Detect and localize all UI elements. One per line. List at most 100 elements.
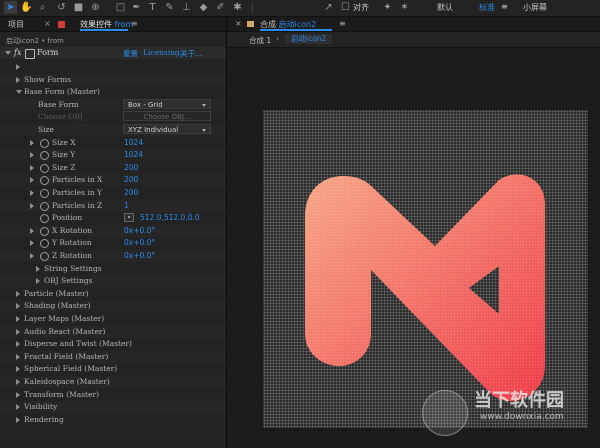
property-value[interactable]: 0x+0.0° <box>124 251 155 260</box>
property-value[interactable]: 0x+0.0° <box>124 226 155 235</box>
property-row[interactable]: Show Forms <box>0 73 226 86</box>
rotate-tool-icon[interactable]: ↺ <box>55 1 68 14</box>
chevron-right-icon[interactable] <box>16 404 20 411</box>
stopwatch-icon[interactable] <box>40 189 49 198</box>
property-row[interactable]: Kaleidospace (Master) <box>0 376 226 388</box>
property-row[interactable]: Disperse and Twist (Master) <box>0 338 226 350</box>
chevron-right-icon[interactable] <box>16 303 20 310</box>
stopwatch-icon[interactable] <box>40 226 49 236</box>
property-row[interactable]: Particles in Z 1 <box>0 199 226 212</box>
property-row[interactable]: Particle (Master) <box>0 288 226 300</box>
property-value[interactable]: 200 <box>124 175 138 184</box>
chevron-right-icon[interactable] <box>30 164 34 171</box>
property-row[interactable]: Shading (Master) <box>0 300 226 313</box>
type-tool-icon[interactable]: T <box>146 1 159 14</box>
property-row[interactable]: Particles in Y 200 <box>0 187 226 199</box>
property-row[interactable]: Y Rotation 0x+0.0° <box>0 237 226 249</box>
chevron-right-icon[interactable] <box>30 227 34 234</box>
composition-viewer[interactable] <box>263 110 588 428</box>
panel-menu-icon[interactable]: ≡ <box>131 19 138 28</box>
clone-stamp-tool-icon[interactable]: ⊥ <box>180 1 193 14</box>
chevron-right-icon[interactable] <box>16 341 20 348</box>
workspace-standard[interactable]: 标准 <box>479 2 495 13</box>
property-row[interactable]: Size Z 200 <box>0 162 226 174</box>
stopwatch-icon[interactable] <box>40 163 49 173</box>
stopwatch-icon[interactable] <box>40 138 49 148</box>
workspace-small-screen[interactable]: 小屏幕 <box>523 2 547 13</box>
shape-fill-icon[interactable]: ✦ <box>381 1 394 14</box>
breadcrumb-item-comp1[interactable]: 合成 1 <box>249 35 271 46</box>
property-value[interactable]: 512.0,512.0,0.0 <box>140 213 200 222</box>
property-row[interactable]: Choose OBJ Choose OBJ... <box>0 111 226 123</box>
panel-menu-icon[interactable]: ≡ <box>339 19 346 28</box>
pan-behind-tool-icon[interactable]: ⊕ <box>89 1 102 14</box>
puppet-tool-icon[interactable]: ✱ <box>231 1 244 14</box>
stopwatch-icon[interactable] <box>40 201 49 211</box>
stopwatch-icon[interactable] <box>40 176 49 186</box>
chevron-right-icon[interactable] <box>36 278 40 285</box>
property-dropdown[interactable]: Box - Grid <box>123 98 211 109</box>
puppet-pin-icon[interactable]: ✶ <box>398 1 411 14</box>
property-row[interactable]: Position 512.0,512.0,0.0 <box>0 212 226 224</box>
property-row[interactable]: Size XYZ Individual <box>0 124 226 136</box>
property-row[interactable]: Base Form Box - Grid <box>0 98 226 111</box>
property-row[interactable]: Z Rotation 0x+0.0° <box>0 250 226 262</box>
chevron-right-icon[interactable] <box>30 240 34 247</box>
reset-link[interactable]: 重置 <box>123 48 138 59</box>
workspace-menu-icon[interactable]: ≡ <box>501 2 508 11</box>
eraser-tool-icon[interactable]: ◆ <box>197 1 210 14</box>
chevron-right-icon[interactable] <box>16 379 20 385</box>
about-link[interactable]: 关于... <box>180 48 202 59</box>
stopwatch-icon[interactable] <box>40 151 49 161</box>
property-row[interactable]: Size X 1024 <box>0 137 226 149</box>
property-row[interactable]: X Rotation 0x+0.0° <box>0 224 226 237</box>
chevron-right-icon[interactable] <box>16 366 20 373</box>
chevron-right-icon[interactable] <box>16 76 20 83</box>
chevron-right-icon[interactable] <box>30 152 34 159</box>
property-value[interactable]: 1 <box>124 201 129 210</box>
property-row[interactable] <box>0 61 226 73</box>
camera-tool-icon[interactable]: ■ <box>72 1 85 14</box>
zoom-tool-icon[interactable]: ⌕ <box>36 1 49 14</box>
chevron-right-icon[interactable] <box>16 64 20 70</box>
property-dropdown[interactable]: XYZ Individual <box>123 124 211 134</box>
property-row[interactable]: Fractal Field (Master) <box>0 350 226 363</box>
property-value[interactable]: 1024 <box>124 150 143 159</box>
chevron-right-icon[interactable] <box>36 265 40 272</box>
chevron-down-icon[interactable] <box>16 90 22 95</box>
property-row[interactable]: Base Form (Master) <box>0 86 226 98</box>
snapping-checkbox[interactable]: ☐ <box>339 1 352 14</box>
chevron-right-icon[interactable] <box>30 202 34 209</box>
point-control-icon[interactable] <box>124 213 134 223</box>
selection-tool-icon[interactable]: ➤ <box>4 1 17 14</box>
property-row[interactable]: Size Y 1024 <box>0 149 226 162</box>
workspace-default[interactable]: 默认 <box>437 2 453 13</box>
align-label[interactable]: 对齐 <box>353 2 369 13</box>
chevron-right-icon[interactable] <box>30 190 34 196</box>
property-value[interactable]: 200 <box>124 188 138 197</box>
chevron-right-icon[interactable] <box>16 328 20 335</box>
property-row[interactable]: Audio React (Master) <box>0 325 226 338</box>
tab-project[interactable]: 项目 <box>8 19 24 30</box>
property-row[interactable]: OBJ Settings <box>0 275 226 288</box>
property-row[interactable]: Spherical Field (Master) <box>0 363 226 375</box>
property-value[interactable]: 0x+0.0° <box>124 238 155 247</box>
property-row[interactable]: Particles in X 200 <box>0 174 226 187</box>
chevron-right-icon[interactable] <box>30 139 34 146</box>
property-row[interactable]: Visibility <box>0 401 226 414</box>
brush-tool-icon[interactable]: ✎ <box>163 1 176 14</box>
property-row[interactable]: String Settings <box>0 263 226 275</box>
property-value[interactable]: 200 <box>124 163 138 172</box>
close-icon[interactable]: × <box>44 19 51 28</box>
close-icon[interactable]: × <box>235 19 242 28</box>
stopwatch-icon[interactable] <box>40 252 49 261</box>
property-row[interactable]: Transform (Master) <box>0 389 226 401</box>
chevron-right-icon[interactable] <box>16 290 20 297</box>
pen-tool-icon[interactable]: ✒ <box>130 1 143 14</box>
hand-tool-icon[interactable]: ✋ <box>20 1 33 14</box>
chevron-right-icon[interactable] <box>16 391 20 398</box>
local-axis-icon[interactable]: ↗ <box>322 1 335 14</box>
breadcrumb-item-current[interactable]: 启动icon2 <box>285 34 333 44</box>
chevron-right-icon[interactable] <box>30 177 34 184</box>
fx-toggle-icon[interactable]: fx <box>14 48 21 57</box>
